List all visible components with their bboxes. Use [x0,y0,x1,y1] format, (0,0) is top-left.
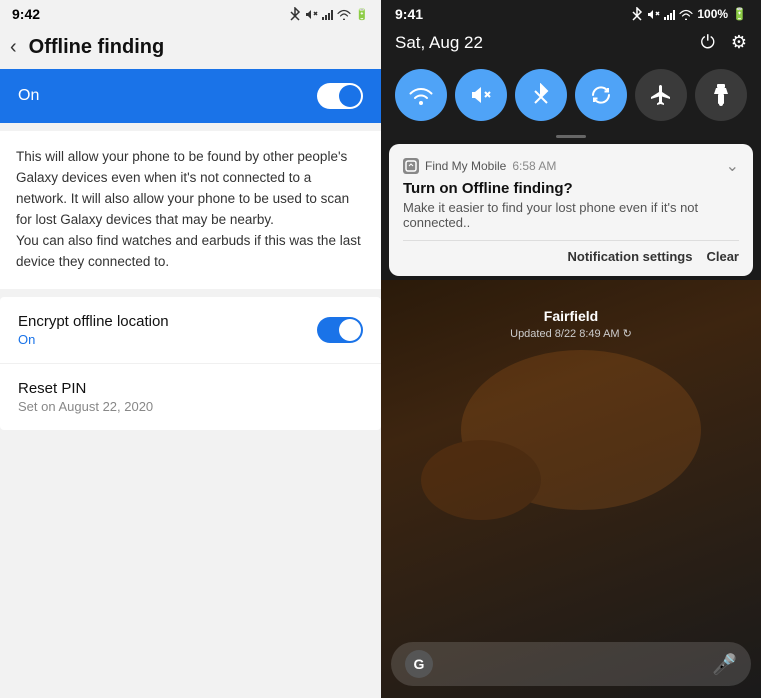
notification-clear-button[interactable]: Clear [706,249,739,264]
notif-title: Turn on Offline finding? [403,180,739,197]
qs-airplane-icon [649,83,673,107]
qs-sync-icon [589,83,613,107]
wifi-icon-right [679,9,693,20]
status-bar-right: 9:41 100% 🔋 [381,0,761,28]
mute-icon-right [647,8,660,21]
map-area: Fairfield Updated 8/22 8:49 AM ↻ G 🎤 [381,280,761,698]
notif-app-icon [403,158,419,174]
power-icon[interactable]: ⏻ [701,32,715,53]
qs-flashlight-button[interactable] [695,69,747,121]
left-status-icons: 🔋 [289,7,369,21]
wifi-icon [337,9,351,20]
reset-pin-item[interactable]: Reset PIN Set on August 22, 2020 [0,364,381,430]
settings-icon[interactable]: ⚙ [731,32,747,53]
main-toggle-switch[interactable] [317,83,363,109]
encrypt-toggle[interactable] [317,317,363,343]
left-status-time: 9:42 [12,6,40,22]
map-overlay [381,280,761,698]
signal-icon [322,8,333,20]
mic-icon[interactable]: 🎤 [712,652,737,677]
qs-bluetooth-icon [532,83,550,107]
qs-airplane-button[interactable] [635,69,687,121]
encrypt-text-group: Encrypt offline location On [18,313,169,347]
back-button[interactable]: ‹ [10,36,17,59]
signal-icon-right [664,8,675,20]
scroll-indicator [381,131,761,140]
description-text: This will allow your phone to be found b… [16,149,361,269]
qs-wifi-icon [408,85,434,105]
qs-sync-button[interactable] [575,69,627,121]
qs-sound-button[interactable] [455,69,507,121]
notif-body: Make it easier to find your lost phone e… [403,200,739,230]
notif-app-name: Find My Mobile [425,159,506,173]
qs-sound-icon [470,84,492,106]
right-status-time: 9:41 [395,6,423,22]
description-block: This will allow your phone to be found b… [0,131,381,289]
date-actions: ⏻ ⚙ [701,32,747,53]
notification-card: Find My Mobile 6:58 AM ⌄ Turn on Offline… [389,144,753,276]
notif-header: Find My Mobile 6:58 AM ⌄ [403,156,739,176]
map-background: Fairfield Updated 8/22 8:49 AM ↻ G 🎤 [381,280,761,698]
battery-icon-right: 🔋 [732,7,747,21]
encrypt-title: Encrypt offline location [18,313,169,330]
battery-percent: 100% [697,7,728,21]
settings-card: Encrypt offline location On Reset PIN Se… [0,297,381,430]
mute-icon [305,8,318,21]
encrypt-setting-item[interactable]: Encrypt offline location On [0,297,381,364]
google-search-bar[interactable]: G 🎤 [391,642,751,686]
date-text: Sat, Aug 22 [395,33,483,53]
reset-text-group: Reset PIN Set on August 22, 2020 [18,380,153,414]
header-bar: ‹ Offline finding [0,28,381,69]
bluetooth-icon [289,7,301,21]
notif-app-row: Find My Mobile 6:58 AM [403,158,556,174]
qs-flashlight-icon [711,83,731,107]
right-status-icons: 100% 🔋 [631,7,747,21]
scroll-bar [556,135,586,138]
date-row: Sat, Aug 22 ⏻ ⚙ [381,28,761,63]
qs-bluetooth-button[interactable] [515,69,567,121]
reset-title: Reset PIN [18,380,153,397]
notification-settings-button[interactable]: Notification settings [568,249,693,264]
battery-icon: 🔋 [355,8,369,21]
toggle-label: On [18,87,39,105]
encrypt-status: On [18,332,169,347]
page-title: Offline finding [29,36,165,59]
qs-wifi-button[interactable] [395,69,447,121]
notif-time: 6:58 AM [512,159,556,173]
google-logo: G [405,650,433,678]
quick-settings-row [381,63,761,131]
main-toggle-row[interactable]: On [0,69,381,123]
notif-actions: Notification settings Clear [403,240,739,264]
right-panel: 9:41 100% 🔋 [381,0,761,698]
status-bar-left: 9:42 [0,0,381,28]
bluetooth-icon-right [631,7,643,21]
notif-expand-icon[interactable]: ⌄ [726,156,739,176]
left-panel: 9:42 [0,0,381,698]
reset-subtitle: Set on August 22, 2020 [18,399,153,414]
